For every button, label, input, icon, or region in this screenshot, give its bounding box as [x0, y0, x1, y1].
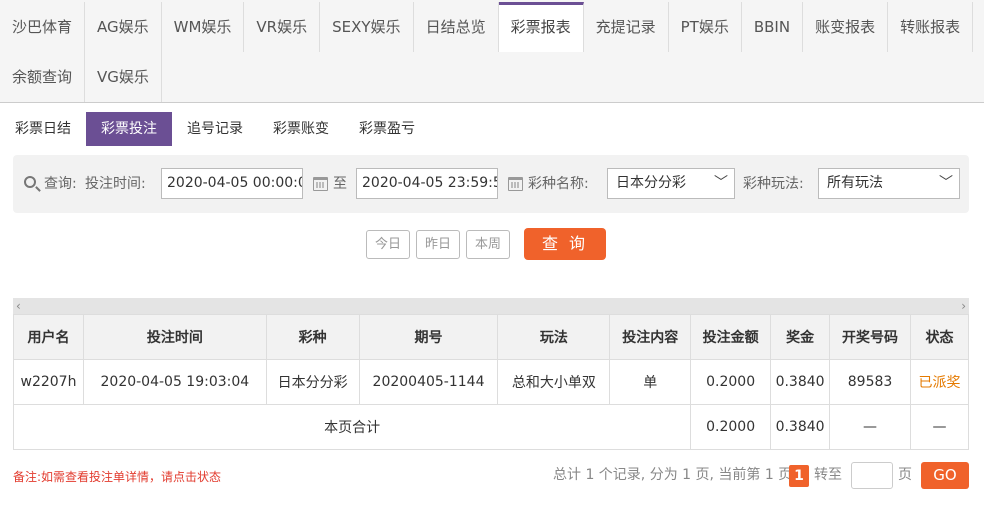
search-icon: [24, 176, 36, 188]
sub-tab-lottery-bets[interactable]: 彩票投注: [86, 112, 172, 146]
total-status: —: [909, 404, 970, 450]
goto-label: 转至: [814, 467, 842, 483]
page-jump-input[interactable]: [851, 462, 893, 489]
table-row: w2207h 2020-04-05 19:03:04 日本分分彩 2020040…: [13, 359, 970, 405]
note-text: 备注:如需查看投注单详情，请点击状态: [13, 470, 222, 484]
total-bonus: 0.3840: [770, 404, 831, 450]
cell-bet-time: 2020-04-05 19:03:04: [82, 359, 267, 405]
chevron-down-icon: ﹀: [939, 175, 953, 191]
col-header-status: 状态: [909, 314, 970, 360]
calendar-icon[interactable]: [508, 177, 523, 191]
top-tab-balance-change[interactable]: 账变报表: [803, 2, 889, 52]
play-type-select[interactable]: 所有玩法 ﹀: [818, 168, 960, 199]
page-unit-label: 页: [898, 467, 912, 483]
cell-lottery: 日本分分彩: [265, 359, 360, 405]
today-button[interactable]: 今日: [366, 230, 410, 259]
total-draw-number: —: [829, 404, 911, 450]
sub-tabs: 彩票日结 彩票投注 追号记录 彩票账变 彩票盈亏: [0, 112, 430, 146]
cell-issue: 20200405-1144: [358, 359, 499, 405]
cell-play: 总和大小单双: [497, 359, 611, 405]
top-tab-lottery-report[interactable]: 彩票报表: [498, 2, 584, 52]
table-total-row: 本页合计 0.2000 0.3840 — —: [12, 404, 970, 450]
end-time-input[interactable]: 2020-04-05 23:59:59: [356, 168, 498, 199]
pager-summary: 总计 1 个记录, 分为 1 页, 当前第 1 页: [553, 467, 793, 483]
top-tab-wm[interactable]: WM娱乐: [161, 2, 245, 52]
top-tab-balance-query[interactable]: 余额查询: [0, 52, 86, 102]
calendar-icon[interactable]: [313, 177, 328, 191]
lottery-name-label: 彩种名称:: [528, 176, 589, 192]
top-tab-saba[interactable]: 沙巴体育: [0, 2, 86, 52]
sub-tab-chase-records[interactable]: 追号记录: [172, 112, 258, 146]
cell-bet-amount: 0.2000: [690, 359, 772, 405]
search-panel: 查询: 投注时间: 2020-04-05 00:00:00 至 2020-04-…: [13, 155, 969, 213]
cell-username: w2207h: [13, 359, 84, 405]
sub-tab-lottery-daily[interactable]: 彩票日结: [0, 112, 86, 146]
col-header-username: 用户名: [13, 314, 84, 360]
top-tab-ag[interactable]: AG娱乐: [85, 2, 162, 52]
cell-bet-content: 单: [609, 359, 692, 405]
lottery-name-value: 日本分分彩: [616, 175, 686, 191]
top-tab-sexy[interactable]: SEXY娱乐: [320, 2, 414, 52]
top-tab-deposit-withdraw[interactable]: 充提记录: [583, 2, 669, 52]
col-header-bet-time: 投注时间: [82, 314, 267, 360]
play-type-value: 所有玩法: [827, 175, 883, 191]
sub-tab-lottery-balance-change[interactable]: 彩票账变: [258, 112, 344, 146]
cell-bonus: 0.3840: [770, 359, 831, 405]
top-nav: 沙巴体育 AG娱乐 WM娱乐 VR娱乐 SEXY娱乐 日结总览 彩票报表 充提记…: [0, 0, 984, 103]
to-label: 至: [333, 176, 347, 192]
sub-tab-lottery-profit[interactable]: 彩票盈亏: [344, 112, 430, 146]
search-button[interactable]: 查 询: [524, 228, 606, 260]
chevron-down-icon: ﹀: [714, 175, 728, 191]
col-header-bet-amount: 投注金额: [690, 314, 772, 360]
col-header-draw-number: 开奖号码: [829, 314, 911, 360]
scroll-left-icon[interactable]: ‹: [16, 298, 21, 314]
table-header-row: 用户名 投注时间 彩种 期号 玩法 投注内容 投注金额 奖金 开奖号码 状态: [13, 314, 970, 360]
scroll-right-icon[interactable]: ›: [961, 298, 966, 314]
col-header-lottery: 彩种: [265, 314, 360, 360]
total-bet-amount: 0.2000: [690, 404, 772, 450]
top-tab-row-1: 沙巴体育 AG娱乐 WM娱乐 VR娱乐 SEXY娱乐 日结总览 彩票报表 充提记…: [0, 2, 974, 52]
start-time-input[interactable]: 2020-04-05 00:00:00: [161, 168, 303, 199]
horizontal-scrollbar[interactable]: ‹ ›: [13, 298, 969, 314]
col-header-bonus: 奖金: [770, 314, 831, 360]
status-link[interactable]: 已派奖: [909, 359, 970, 405]
current-page-badge[interactable]: 1: [789, 465, 809, 487]
col-header-play: 玩法: [497, 314, 611, 360]
bet-time-label: 投注时间:: [85, 176, 146, 192]
top-tab-daily-overview[interactable]: 日结总览: [413, 2, 499, 52]
top-tab-bbin[interactable]: BBIN: [741, 2, 804, 52]
col-header-issue: 期号: [358, 314, 499, 360]
top-tab-row-2: 余额查询 VG娱乐: [0, 52, 162, 102]
top-tab-vg[interactable]: VG娱乐: [85, 52, 162, 102]
top-tab-transfer-report[interactable]: 转账报表: [888, 2, 974, 52]
lottery-name-select[interactable]: 日本分分彩 ﹀: [607, 168, 735, 199]
total-label: 本页合计: [12, 404, 692, 450]
col-header-bet-content: 投注内容: [609, 314, 692, 360]
top-tab-vr[interactable]: VR娱乐: [244, 2, 321, 52]
query-label: 查询:: [44, 176, 77, 192]
top-tab-pt[interactable]: PT娱乐: [668, 2, 742, 52]
bets-table: 用户名 投注时间 彩种 期号 玩法 投注内容 投注金额 奖金 开奖号码 状态 w…: [12, 314, 970, 450]
play-type-label: 彩种玩法:: [743, 176, 804, 192]
cell-draw-number: 89583: [829, 359, 911, 405]
go-button[interactable]: GO: [921, 462, 969, 489]
yesterday-button[interactable]: 昨日: [416, 230, 460, 259]
this-week-button[interactable]: 本周: [466, 230, 510, 259]
